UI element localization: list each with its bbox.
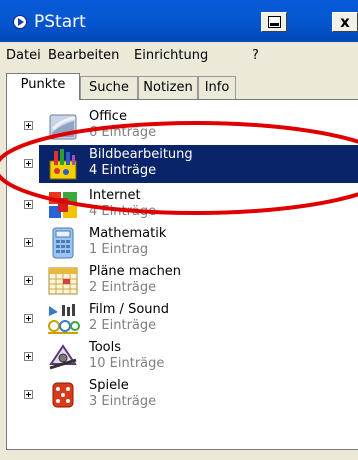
list-item-tools[interactable]: Tools 10 Einträge (7, 338, 358, 376)
item-title: Internet (89, 188, 141, 203)
expand-icon[interactable] (24, 390, 33, 399)
item-title: Office (89, 109, 127, 124)
dice-icon (52, 382, 74, 408)
expand-icon[interactable] (24, 121, 33, 130)
list-item-plaene-machen[interactable]: Pläne machen 2 Einträge (7, 262, 358, 300)
image-editing-icon (49, 149, 77, 180)
tools-icon (49, 344, 77, 370)
tab-punkte[interactable]: Punkte (6, 73, 80, 100)
menu-datei[interactable]: Datei (6, 48, 41, 63)
item-count: 1 Eintrag (89, 242, 149, 257)
item-count: 2 Einträge (89, 318, 157, 333)
expand-icon[interactable] (24, 238, 33, 247)
calendar-icon (48, 267, 78, 295)
window-title: PStart (34, 12, 86, 32)
list-item-film-sound[interactable]: Film / Sound 2 Einträge (7, 300, 358, 338)
window-bottom-frame (0, 450, 358, 460)
tab-info[interactable]: Info (198, 76, 236, 99)
item-count: 2 Einträge (89, 280, 157, 295)
item-count: 4 Einträge (89, 163, 157, 178)
selection-highlight (39, 145, 358, 183)
item-title: Pläne machen (89, 264, 182, 279)
internet-icon (49, 192, 77, 218)
item-title: Bildbearbeitung (89, 147, 193, 162)
list-item-office[interactable]: Office 6 Einträge (7, 107, 358, 145)
menu-bar: Datei Bearbeiten Einrichtung ? (0, 42, 358, 70)
list-item-mathematik[interactable]: Mathematik 1 Eintrag (7, 224, 358, 262)
list-item-internet[interactable]: Internet 4 Einträge (7, 186, 358, 224)
tab-notizen[interactable]: Notizen (138, 76, 198, 99)
app-icon (13, 15, 27, 29)
printer-icon (268, 16, 281, 28)
item-title: Mathematik (89, 226, 167, 241)
item-title: Film / Sound (89, 302, 169, 317)
pstart-window: PStart x Datei Bearbeiten Einrichtung ? … (0, 0, 358, 460)
tab-suche[interactable]: Suche (80, 76, 138, 99)
list-item-bildbearbeitung[interactable]: Bildbearbeitung 4 Einträge (7, 145, 358, 183)
item-count: 3 Einträge (89, 394, 157, 409)
title-bar: PStart x (0, 0, 358, 42)
expand-icon[interactable] (24, 276, 33, 285)
menu-bearbeiten[interactable]: Bearbeiten (48, 48, 119, 63)
item-title: Spiele (89, 378, 129, 393)
category-list: Office 6 Einträge Bildbearbeitung 4 Eint… (6, 99, 358, 450)
calculator-icon (52, 227, 74, 259)
close-button[interactable]: x (332, 12, 358, 32)
expand-icon[interactable] (24, 200, 33, 209)
item-title: Tools (89, 340, 122, 355)
expand-icon[interactable] (24, 159, 33, 168)
menu-help[interactable]: ? (252, 48, 259, 63)
expand-icon[interactable] (24, 314, 33, 323)
expand-icon[interactable] (24, 352, 33, 361)
item-count: 4 Einträge (89, 204, 157, 219)
print-button[interactable] (261, 12, 287, 32)
office-icon (49, 114, 77, 140)
menu-einrichtung[interactable]: Einrichtung (134, 48, 208, 63)
item-count: 6 Einträge (89, 125, 157, 140)
media-icon (48, 304, 80, 334)
list-item-spiele[interactable]: Spiele 3 Einträge (7, 376, 358, 414)
item-count: 10 Einträge (89, 356, 165, 371)
